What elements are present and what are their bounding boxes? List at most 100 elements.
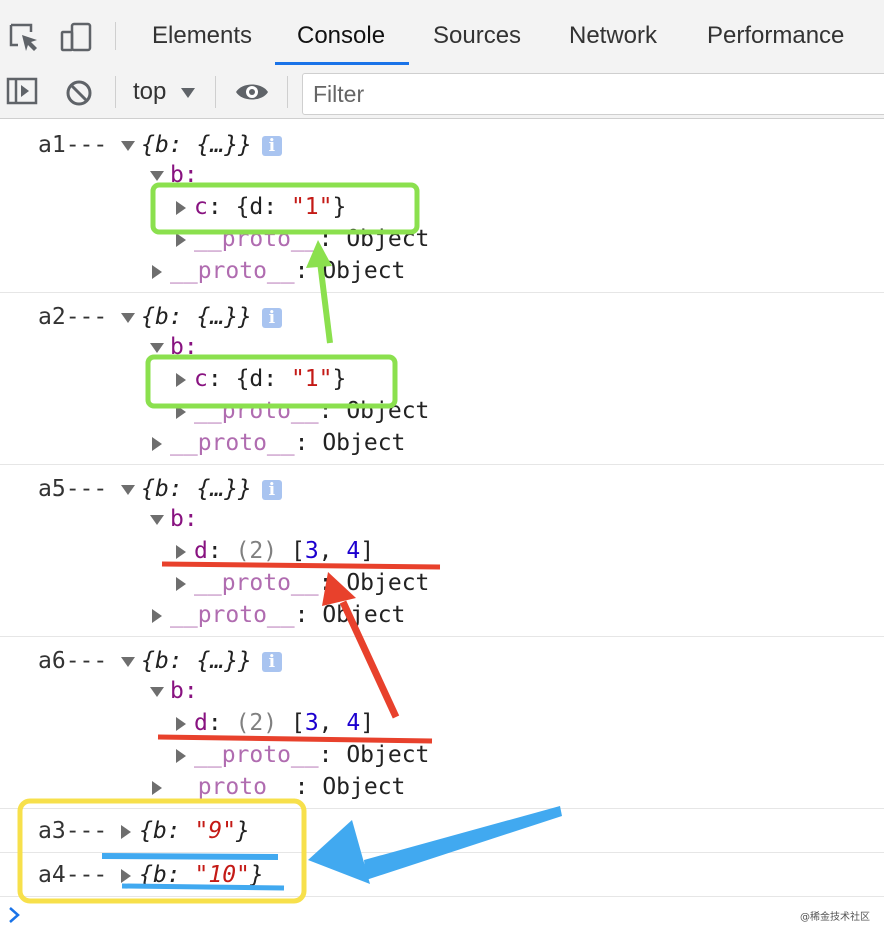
- expand-arrow-icon[interactable]: [121, 869, 131, 883]
- string-value: "1": [291, 366, 333, 392]
- collapse-arrow-icon[interactable]: [121, 485, 135, 495]
- expand-arrow-icon[interactable]: [152, 265, 162, 279]
- toolbar-divider: [115, 22, 116, 50]
- toolbar-divider: [115, 76, 116, 108]
- value-prefix: {d:: [236, 194, 291, 220]
- console-message: a6--- {b: {…}}i b: d: (2) [3, 4] __proto…: [0, 636, 884, 809]
- object-summary[interactable]: {b: {…}}: [141, 476, 252, 502]
- console-message: a3--- {b: "9"}: [0, 808, 884, 853]
- collapse-arrow-icon[interactable]: [121, 141, 135, 151]
- property-key: d: [194, 710, 208, 736]
- expand-arrow-icon[interactable]: [176, 201, 186, 215]
- array-item: 4: [346, 538, 360, 564]
- property-key: b:: [170, 162, 198, 188]
- array-item: 3: [305, 710, 319, 736]
- expand-arrow-icon[interactable]: [152, 781, 162, 795]
- property-key: b:: [170, 506, 198, 532]
- proto-key: __proto__: [170, 258, 295, 284]
- tab-console[interactable]: Console: [297, 22, 385, 50]
- message-label: a2---: [38, 304, 107, 330]
- object-summary[interactable]: {b: {…}}: [141, 132, 252, 158]
- tab-performance[interactable]: Performance: [707, 22, 844, 50]
- message-label: a5---: [38, 476, 107, 502]
- proto-value: : Object: [295, 430, 406, 456]
- object-summary[interactable]: {b: {…}}: [141, 648, 252, 674]
- toolbar-divider: [287, 76, 288, 108]
- context-label: top: [133, 78, 166, 105]
- info-icon[interactable]: i: [262, 480, 282, 500]
- string-value: "1": [291, 194, 333, 220]
- value-prefix: {d:: [236, 366, 291, 392]
- filter-input[interactable]: [311, 80, 875, 109]
- expand-arrow-icon[interactable]: [176, 577, 186, 591]
- collapse-arrow-icon[interactable]: [121, 657, 135, 667]
- device-toolbar-icon[interactable]: [58, 22, 94, 54]
- dropdown-arrow-icon[interactable]: [180, 87, 196, 99]
- expand-arrow-icon[interactable]: [176, 545, 186, 559]
- tab-network[interactable]: Network: [569, 22, 657, 50]
- collapse-arrow-icon[interactable]: [150, 515, 164, 525]
- inspect-element-icon[interactable]: [8, 22, 42, 54]
- message-label: a4---: [38, 862, 107, 888]
- info-icon[interactable]: i: [262, 308, 282, 328]
- property-key: c: [194, 366, 208, 392]
- proto-key: __proto__: [194, 570, 319, 596]
- context-selector[interactable]: top: [133, 78, 166, 106]
- sidebar-toggle-icon[interactable]: [6, 77, 38, 105]
- proto-value: : Object: [319, 742, 430, 768]
- proto-value: : Object: [295, 258, 406, 284]
- info-icon[interactable]: i: [262, 652, 282, 672]
- clear-console-icon[interactable]: [64, 78, 94, 108]
- filter-field[interactable]: [302, 73, 884, 115]
- expand-arrow-icon[interactable]: [176, 717, 186, 731]
- proto-key: __proto__: [194, 226, 319, 252]
- proto-value: : Object: [319, 226, 430, 252]
- array-item: 4: [346, 710, 360, 736]
- collapse-arrow-icon[interactable]: [150, 343, 164, 353]
- active-tab-indicator: [275, 62, 409, 65]
- value-suffix: }: [333, 194, 347, 220]
- toolbar-divider: [215, 76, 216, 108]
- expand-arrow-icon[interactable]: [152, 437, 162, 451]
- tab-sources[interactable]: Sources: [433, 22, 521, 50]
- console-message: a1--- {b: {…}}i b: c: {d: "1"} __proto__…: [0, 120, 884, 293]
- object-summary-end: }: [250, 862, 264, 888]
- string-value: "10": [195, 862, 250, 888]
- property-key: c: [194, 194, 208, 220]
- expand-arrow-icon[interactable]: [176, 405, 186, 419]
- message-label: a6---: [38, 648, 107, 674]
- collapse-arrow-icon[interactable]: [121, 313, 135, 323]
- tab-elements[interactable]: Elements: [152, 22, 252, 50]
- collapse-arrow-icon[interactable]: [150, 171, 164, 181]
- object-summary[interactable]: {b: {…}}: [141, 304, 252, 330]
- proto-key: __proto__: [170, 602, 295, 628]
- object-summary[interactable]: {b:: [139, 818, 194, 844]
- property-key: b:: [170, 678, 198, 704]
- property-key: d: [194, 538, 208, 564]
- expand-arrow-icon[interactable]: [176, 749, 186, 763]
- expand-arrow-icon[interactable]: [152, 609, 162, 623]
- collapse-arrow-icon[interactable]: [150, 687, 164, 697]
- proto-value: : Object: [319, 570, 430, 596]
- object-summary-end: }: [236, 818, 250, 844]
- expand-arrow-icon[interactable]: [176, 373, 186, 387]
- value-suffix: }: [333, 366, 347, 392]
- object-summary[interactable]: {b:: [139, 862, 194, 888]
- devtools-tab-bar: Elements Console Sources Network Perform…: [0, 0, 884, 67]
- expand-arrow-icon[interactable]: [121, 825, 131, 839]
- proto-value: : Object: [295, 774, 406, 800]
- proto-key: __proto__: [194, 742, 319, 768]
- eye-icon[interactable]: [234, 80, 270, 104]
- array-length: (2): [236, 710, 278, 736]
- expand-arrow-icon[interactable]: [176, 233, 186, 247]
- proto-value: : Object: [295, 602, 406, 628]
- proto-value: : Object: [319, 398, 430, 424]
- proto-key: __proto__: [194, 398, 319, 424]
- console-message: a2--- {b: {…}}i b: c: {d: "1"} __proto__…: [0, 292, 884, 465]
- prompt-chevron-icon[interactable]: [8, 906, 22, 924]
- console-message: a5--- {b: {…}}i b: d: (2) [3, 4] __proto…: [0, 464, 884, 637]
- proto-key: __proto__: [170, 774, 295, 800]
- message-label: a1---: [38, 132, 107, 158]
- info-icon[interactable]: i: [262, 136, 282, 156]
- string-value: "9": [195, 818, 237, 844]
